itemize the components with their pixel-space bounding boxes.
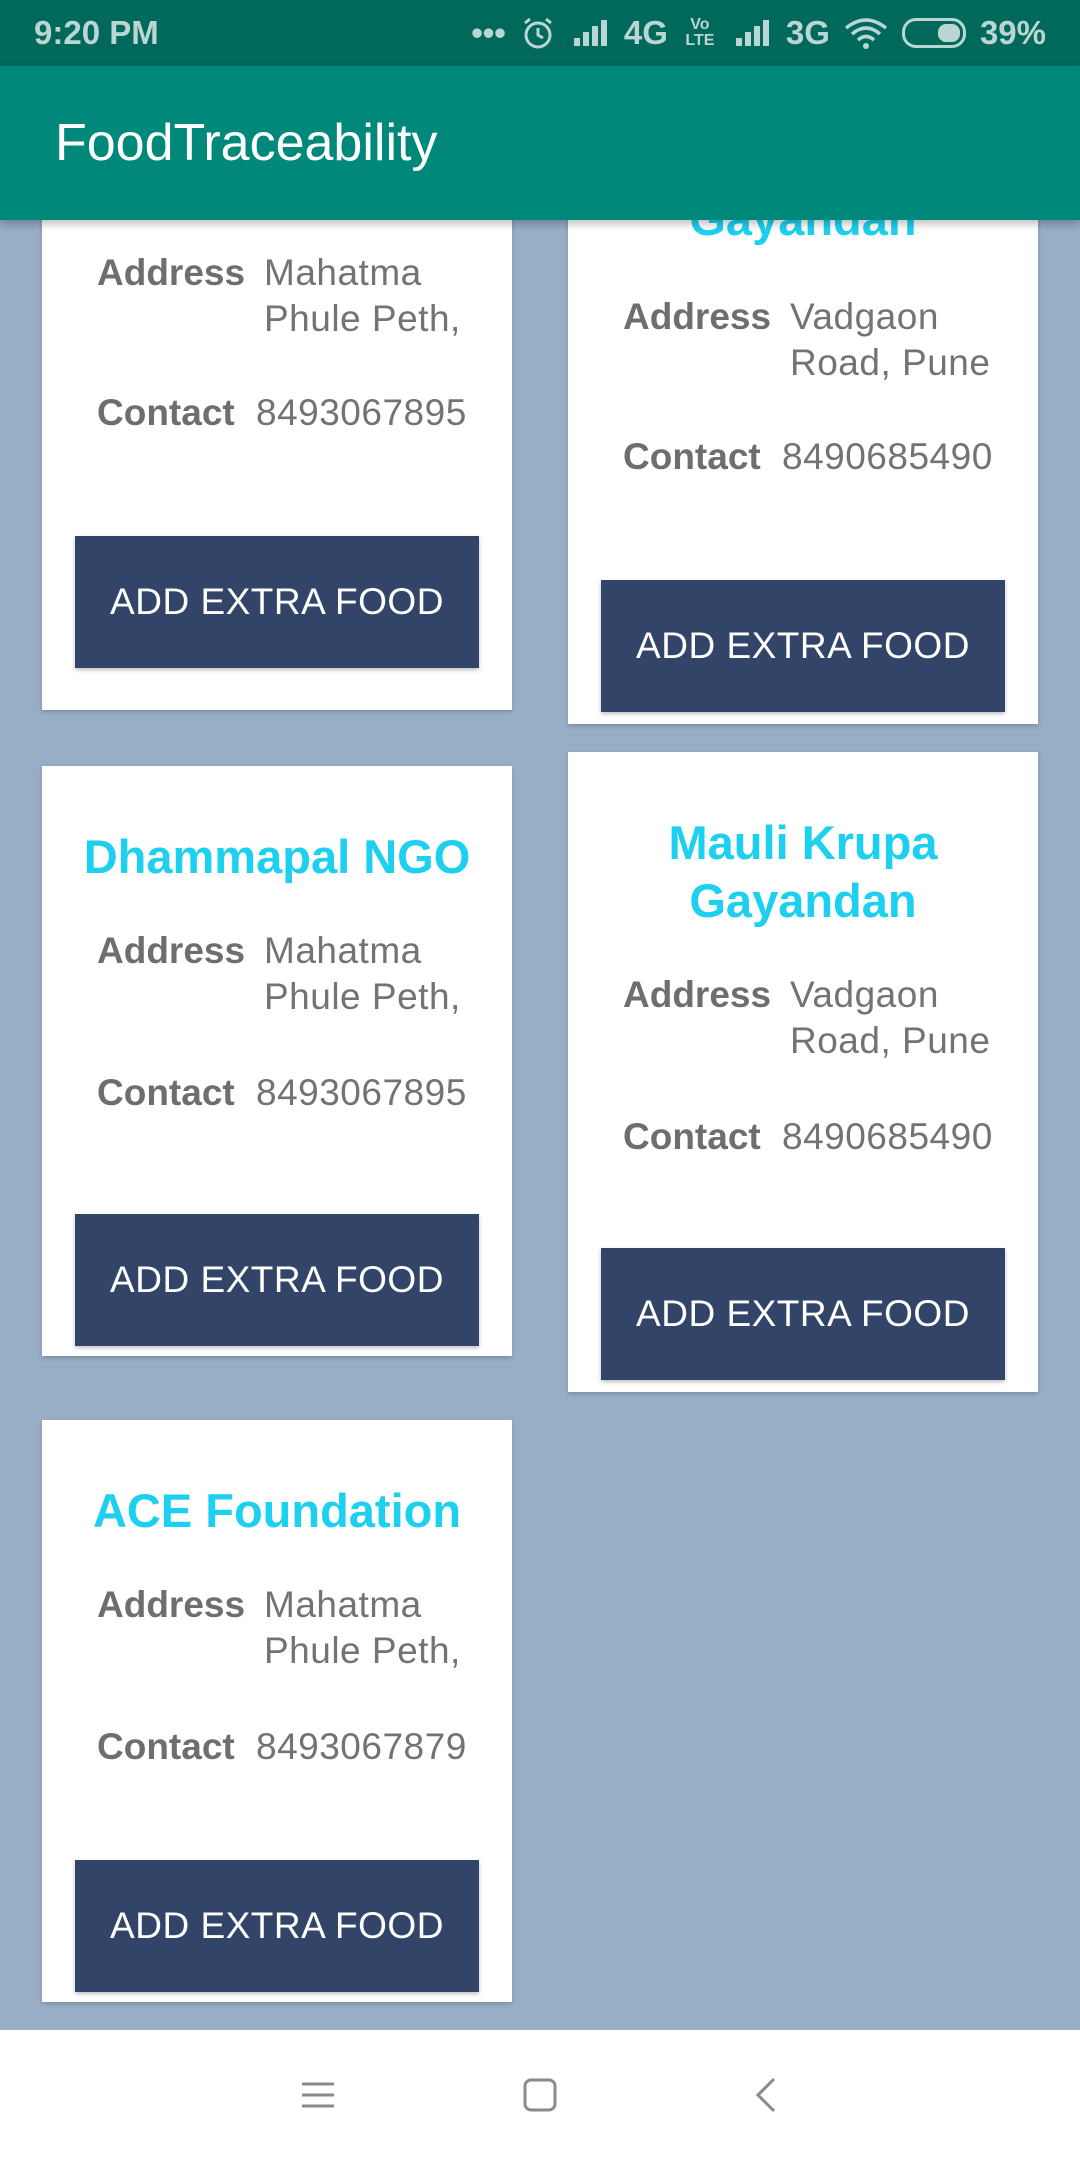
contact-value: 8493067879: [256, 1726, 467, 1767]
add-extra-food-button[interactable]: ADD EXTRA FOOD: [601, 580, 1005, 712]
status-bar: 9:20 PM ••• 4G Vo LTE 3G 39%: [0, 0, 1080, 66]
address-value: Mahatma Phule Peth,: [264, 930, 461, 1017]
signal-icon: [570, 18, 610, 48]
menu-icon[interactable]: [288, 2065, 348, 2125]
address-value: Vadgaon Road, Pune: [790, 296, 991, 383]
app-title: FoodTraceability: [55, 114, 438, 172]
home-icon[interactable]: [510, 2065, 570, 2125]
volte-label: Vo LTE: [685, 16, 715, 49]
signal-icon: [732, 18, 772, 48]
battery-percent: 39%: [979, 14, 1046, 51]
add-extra-food-button[interactable]: ADD EXTRA FOOD: [75, 1860, 479, 1992]
wifi-icon: [844, 16, 888, 50]
address-label: Address: [97, 930, 246, 971]
ngo-card: Mauli Krupa Gayandan Address Vadgaon Roa…: [568, 752, 1038, 1392]
ngo-card: Dhammapal NGO Address Mahatma Phule Peth…: [42, 766, 512, 1356]
contact-label: Contact: [97, 1726, 235, 1767]
ngo-name: ACE Foundation: [92, 1484, 462, 1537]
ngo-name: Gayandan: [568, 220, 1038, 248]
contact-label: Contact: [97, 392, 235, 433]
contact-value: 8493067895: [256, 392, 467, 433]
contact-value: 8490685490: [782, 1116, 993, 1157]
address-label: Address: [623, 296, 772, 337]
contact-label: Contact: [97, 1072, 235, 1113]
network-4g: 4G: [623, 14, 668, 51]
ngo-list[interactable]: Address Mahatma Phule Peth, Contact 8493…: [0, 220, 1080, 2030]
back-icon[interactable]: [736, 2065, 796, 2125]
status-icons: ••• 4G Vo LTE 3G 39%: [471, 14, 1046, 52]
address-value: Vadgaon Road, Pune: [790, 974, 991, 1061]
ngo-name: Mauli Krupa Gayandan: [668, 816, 938, 927]
address-value: Mahatma Phule Peth,: [264, 1584, 461, 1671]
address-label: Address: [97, 1584, 246, 1625]
status-time: 9:20 PM: [34, 14, 159, 51]
address-label: Address: [623, 974, 772, 1015]
contact-label: Contact: [623, 1116, 761, 1157]
network-3g: 3G: [785, 14, 830, 51]
alarm-icon: [520, 15, 556, 51]
ngo-card: Gayandan Address Vadgaon Road, Pune Cont…: [568, 220, 1038, 724]
app-bar: FoodTraceability: [0, 66, 1080, 220]
contact-value: 8490685490: [782, 436, 993, 477]
address-label: Address: [97, 252, 246, 293]
add-extra-food-button[interactable]: ADD EXTRA FOOD: [75, 1214, 479, 1346]
address-value: Mahatma Phule Peth,: [264, 252, 461, 339]
contact-value: 8493067895: [256, 1072, 467, 1113]
add-extra-food-button[interactable]: ADD EXTRA FOOD: [75, 536, 479, 668]
ngo-card: Address Mahatma Phule Peth, Contact 8493…: [42, 220, 512, 710]
system-nav-bar: [0, 2030, 1080, 2160]
ngo-name: Dhammapal NGO: [83, 830, 471, 883]
add-extra-food-button[interactable]: ADD EXTRA FOOD: [601, 1248, 1005, 1380]
more-dots: •••: [471, 14, 506, 51]
contact-label: Contact: [623, 436, 761, 477]
battery-icon: [901, 18, 966, 48]
ngo-card: ACE Foundation Address Mahatma Phule Pet…: [42, 1420, 512, 2002]
